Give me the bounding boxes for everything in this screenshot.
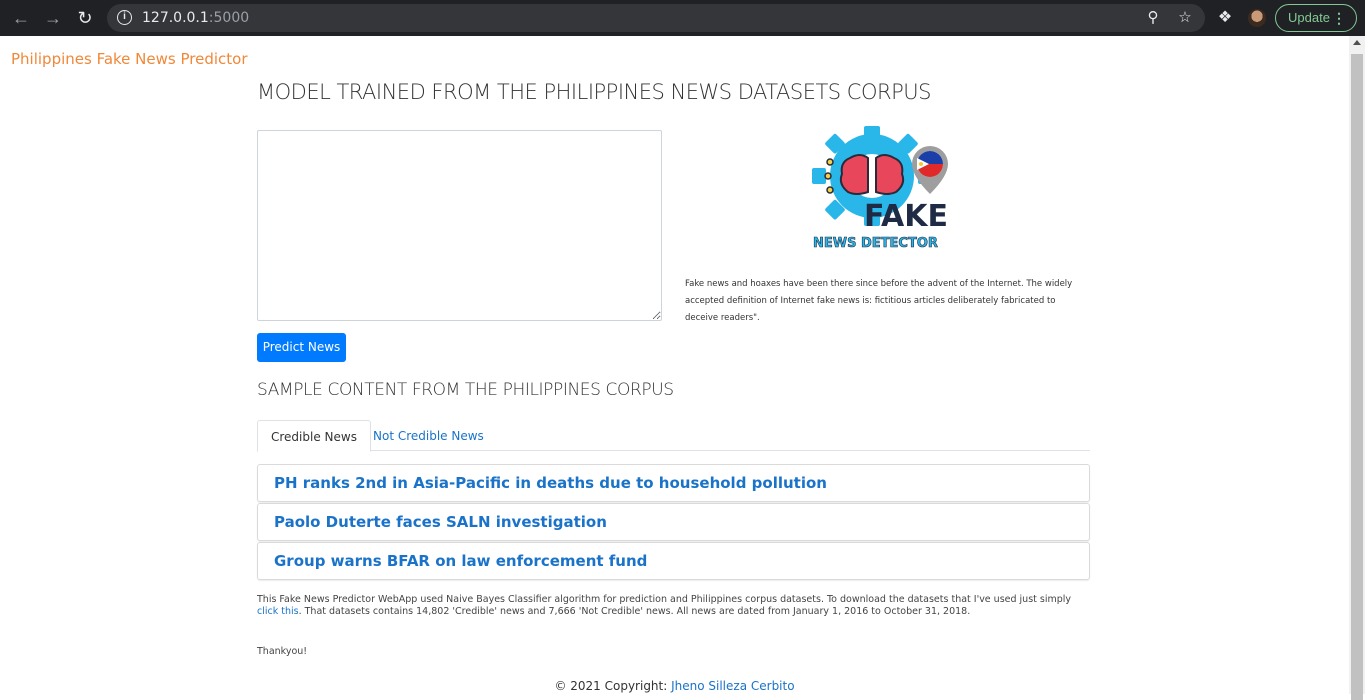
author-link[interactable]: Jheno Silleza Cerbito: [671, 679, 794, 693]
list-item[interactable]: PH ranks 2nd in Asia-Pacific in deaths d…: [257, 464, 1090, 502]
footer-copyright: © 2021 Copyright: Jheno Silleza Cerbito: [554, 679, 795, 693]
navbar-brand[interactable]: Philippines Fake News Predictor: [11, 50, 247, 68]
tab-not-credible-news[interactable]: Not Credible News: [360, 420, 497, 452]
scroll-thumb[interactable]: [1351, 54, 1363, 700]
extensions-puzzle-icon[interactable]: ❖: [1216, 8, 1234, 28]
news-text-input[interactable]: [257, 130, 662, 321]
fake-news-description: Fake news and hoaxes have been there sin…: [685, 279, 1073, 323]
update-button[interactable]: Update ⋮: [1275, 4, 1357, 32]
zoom-icon[interactable]: ⚲: [1144, 9, 1162, 27]
menu-dots-icon: ⋮: [1332, 10, 1346, 26]
datasets-info: This Fake News Predictor WebApp used Nai…: [257, 594, 1072, 617]
page-title: MODEL TRAINED FROM THE PHILIPPINES NEWS …: [257, 80, 931, 104]
list-item[interactable]: Group warns BFAR on law enforcement fund: [257, 542, 1090, 580]
download-datasets-link[interactable]: click this: [257, 606, 299, 617]
predict-news-button[interactable]: Predict News: [257, 333, 346, 362]
scroll-up-icon[interactable]: [1353, 40, 1361, 45]
page-scrollbar[interactable]: [1349, 36, 1365, 700]
forward-icon[interactable]: →: [43, 8, 63, 28]
back-icon[interactable]: ←: [11, 8, 31, 28]
tab-credible-news[interactable]: Credible News: [257, 420, 371, 452]
profile-avatar[interactable]: [1248, 9, 1266, 27]
bookmark-star-icon[interactable]: ☆: [1176, 9, 1194, 27]
news-title[interactable]: PH ranks 2nd in Asia-Pacific in deaths d…: [274, 474, 827, 492]
logo-tagline: NEWS DETECTOR: [813, 236, 938, 251]
news-title[interactable]: Group warns BFAR on law enforcement fund: [274, 552, 647, 570]
url-text[interactable]: 127.0.0.1:5000: [142, 10, 249, 26]
logo-word: FAKE: [864, 199, 948, 234]
list-item[interactable]: Paolo Duterte faces SALN investigation: [257, 503, 1090, 541]
news-title[interactable]: Paolo Duterte faces SALN investigation: [274, 513, 607, 531]
fake-news-detector-logo: FAKE NEWS DETECTOR: [812, 126, 948, 251]
thank-you-text: Thankyou!: [257, 646, 308, 657]
sample-content-heading: SAMPLE CONTENT FROM THE PHILIPPINES CORP…: [257, 380, 674, 400]
news-tabs: Credible News Not Credible News: [257, 420, 1090, 452]
address-bar[interactable]: i 127.0.0.1:5000 ⚲ ☆: [107, 4, 1205, 32]
site-info-icon[interactable]: i: [117, 10, 132, 25]
browser-toolbar: ← → ↻ i 127.0.0.1:5000 ⚲ ☆ ❖ Update ⋮: [0, 0, 1365, 36]
reload-icon[interactable]: ↻: [75, 8, 95, 28]
